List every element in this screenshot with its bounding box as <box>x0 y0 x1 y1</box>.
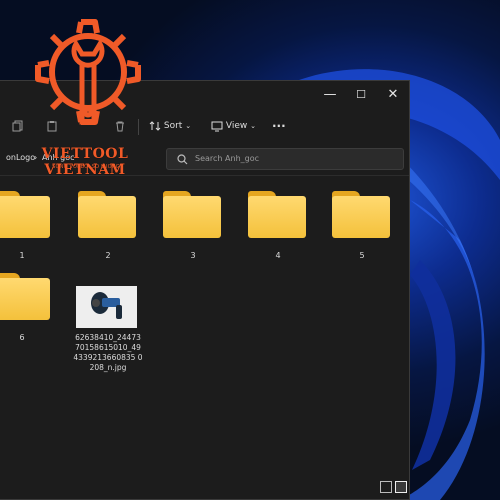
folder-label: 6 <box>19 333 25 342</box>
brand-name: VIETTOOL VIETNAM <box>41 146 129 178</box>
image-file-name: 62638410_24473 70158615010_49 4339213660… <box>73 333 143 372</box>
folder-item[interactable] <box>248 191 310 239</box>
folder-label: 3 <box>190 251 196 260</box>
brand-slogan: SONG VOI BOI SO LUONG <box>52 164 120 170</box>
search-input[interactable]: Search Anh_goc <box>166 148 404 170</box>
image-file-thumbnail[interactable] <box>76 286 137 328</box>
folder-item[interactable] <box>0 273 54 321</box>
details-view-button[interactable] <box>380 481 392 493</box>
search-placeholder: Search Anh_goc <box>195 154 260 163</box>
view-button[interactable]: View ⌄ <box>211 115 256 137</box>
folder-item[interactable] <box>78 191 140 239</box>
tiles-view-button[interactable] <box>395 481 407 493</box>
folder-label: 1 <box>19 251 25 260</box>
folder-label: 2 <box>105 251 111 260</box>
photo-thumbnail-icon <box>76 286 137 328</box>
search-icon <box>177 154 188 165</box>
folder-label: 4 <box>275 251 281 260</box>
more-options-button[interactable]: ··· <box>272 115 286 137</box>
status-bar <box>0 477 409 499</box>
folder-item[interactable] <box>0 191 54 239</box>
folder-item[interactable] <box>332 191 394 239</box>
maximize-button[interactable]: ☐ <box>345 83 377 107</box>
wrench-gear-logo-icon <box>35 19 141 125</box>
file-list: 1 2 3 4 5 6 62638410_24473 70158615010_4… <box>0 177 409 477</box>
chevron-down-icon: ⌄ <box>185 122 192 130</box>
viettool-logo-overlay: VIETTOOL VIETNAM SONG VOI BOI SO LUONG <box>0 0 170 178</box>
close-button[interactable]: ✕ <box>377 83 409 107</box>
minimize-button[interactable]: — <box>314 83 346 107</box>
view-icon <box>211 121 223 131</box>
chevron-down-icon: ⌄ <box>250 122 256 130</box>
folder-item[interactable] <box>163 191 225 239</box>
folder-label: 5 <box>359 251 365 260</box>
view-label: View <box>225 121 248 131</box>
